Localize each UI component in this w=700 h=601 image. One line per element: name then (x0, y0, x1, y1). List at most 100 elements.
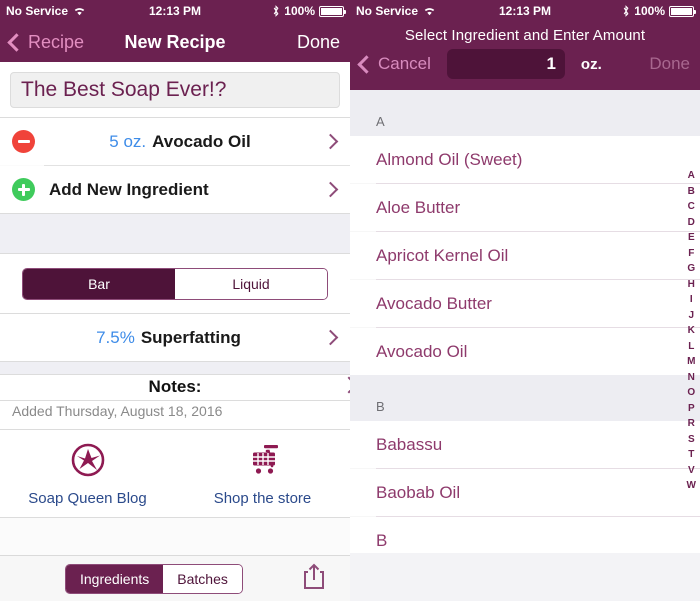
links-section: Soap Queen Blog Shop the store (0, 430, 350, 517)
index-letter[interactable]: T (688, 447, 694, 463)
segment-liquid[interactable]: Liquid (175, 269, 327, 299)
section-header-a: A (350, 90, 700, 136)
segment-batches[interactable]: Batches (163, 564, 242, 593)
list-item[interactable]: Avocado Oil (350, 328, 700, 375)
segment-ingredients[interactable]: Ingredients (66, 564, 164, 593)
index-letter[interactable]: O (687, 385, 695, 401)
chevron-right-icon (322, 329, 339, 346)
chevron-right-icon (322, 181, 339, 198)
list-item[interactable]: Almond Oil (Sweet) (350, 136, 700, 183)
chevron-right-icon (322, 133, 339, 150)
share-icon[interactable] (302, 562, 326, 595)
add-new-ingredient-row[interactable]: Add New Ingredient (0, 166, 350, 213)
chevron-left-icon (7, 32, 26, 52)
status-bar: No Service 12:13 PM 100% (0, 0, 350, 22)
done-button[interactable]: Done (297, 32, 340, 53)
recipe-type-segment-container: Bar Liquid (0, 254, 350, 313)
carrier-label: No Service (6, 4, 69, 18)
index-letter[interactable]: N (688, 370, 695, 386)
section-header-b: B (350, 375, 700, 421)
ingredient-row-body: 5 oz. Avocado Oil (35, 132, 325, 152)
list-bottom-overlay (350, 553, 700, 601)
index-letter[interactable]: H (688, 277, 695, 293)
shop-the-store-link[interactable]: Shop the store (175, 442, 350, 507)
soap-queen-blog-link[interactable]: Soap Queen Blog (0, 442, 175, 507)
superfatting-label: Superfatting (140, 327, 241, 347)
superfatting-row-body: 7.5% Superfatting (12, 328, 325, 348)
shopping-cart-icon (243, 442, 283, 483)
index-letter[interactable]: C (688, 199, 695, 215)
amount-unit-label: oz. (580, 55, 602, 73)
divider (0, 517, 350, 518)
soap-queen-logo-icon (70, 442, 106, 483)
chevron-left-icon (357, 54, 376, 74)
index-letter[interactable]: F (688, 246, 694, 262)
list-item[interactable]: Aloe Butter (350, 184, 700, 231)
view-segmented-control[interactable]: Ingredients Batches (65, 563, 243, 594)
list-item[interactable]: Avocado Butter (350, 280, 700, 327)
segment-bar[interactable]: Bar (23, 269, 175, 299)
index-letter[interactable]: R (688, 416, 695, 432)
navigation-bar-controls: Cancel 1 oz. Done (357, 48, 690, 80)
bluetooth-icon (622, 5, 630, 17)
soap-queen-blog-label: Soap Queen Blog (28, 490, 147, 507)
bluetooth-icon (272, 5, 280, 17)
page-title: Select Ingredient and Enter Amount (404, 27, 646, 44)
dual-screenshot: No Service 12:13 PM 100% Recipe New Reci… (0, 0, 700, 601)
index-letter[interactable]: P (688, 401, 695, 417)
list-item[interactable]: Babassu (350, 421, 700, 468)
battery-percent-label: 100% (634, 4, 665, 18)
recipe-type-segmented-control[interactable]: Bar Liquid (22, 268, 328, 300)
index-letter[interactable]: E (688, 230, 695, 246)
wifi-icon (73, 6, 86, 16)
chevron-right-icon (340, 376, 350, 394)
index-letter[interactable]: K (688, 323, 695, 339)
section-gap (0, 214, 350, 253)
done-button[interactable]: Done (649, 54, 690, 74)
index-letter[interactable]: J (688, 308, 694, 324)
ingredient-row[interactable]: 5 oz. Avocado Oil (0, 118, 350, 165)
status-bar: No Service 12:13 PM 100% (350, 0, 700, 22)
amount-input[interactable]: 1 (446, 49, 565, 79)
index-letter[interactable]: A (688, 168, 695, 184)
index-letter[interactable]: D (688, 215, 695, 231)
recipe-title-input[interactable]: The Best Soap Ever!? (10, 72, 340, 108)
minus-circle-icon[interactable] (12, 130, 35, 153)
index-letter[interactable]: W (687, 478, 696, 494)
back-button[interactable]: Recipe (7, 32, 84, 53)
add-ingredient-row-body: Add New Ingredient (35, 180, 325, 200)
battery-icon (319, 5, 346, 17)
battery-icon (669, 5, 696, 17)
left-phone-screen: No Service 12:13 PM 100% Recipe New Reci… (0, 0, 350, 601)
status-bar-right: 100% (272, 4, 346, 18)
add-ingredient-label: Add New Ingredient (49, 179, 209, 199)
list-item[interactable]: Apricot Kernel Oil (350, 232, 700, 279)
recipe-title-field-container: The Best Soap Ever!? (0, 62, 350, 117)
section-gap (0, 362, 350, 374)
superfatting-value: 7.5% (96, 327, 135, 347)
index-letter[interactable]: M (687, 354, 695, 370)
wifi-icon (423, 6, 436, 16)
index-letter[interactable]: G (687, 261, 695, 277)
alphabet-index-scrubber[interactable]: ABCDEFGHIJKLMNOPRSTVW (687, 168, 696, 494)
shop-the-store-label: Shop the store (213, 490, 312, 507)
right-phone-screen: No Service 12:13 PM 100% Select Ingredie… (350, 0, 700, 601)
index-letter[interactable]: L (688, 339, 694, 355)
list-item[interactable]: Baobab Oil (350, 469, 700, 516)
notes-row[interactable]: Notes: (0, 374, 350, 401)
index-letter[interactable]: I (690, 292, 693, 308)
notes-title: Notes: (148, 377, 202, 396)
index-letter[interactable]: S (688, 432, 695, 448)
bottom-toolbar: Ingredients Batches (0, 555, 350, 601)
cancel-button[interactable]: Cancel (357, 54, 431, 74)
ingredient-list: A Almond Oil (Sweet) Aloe Butter Apricot… (350, 90, 700, 564)
superfatting-row[interactable]: 7.5% Superfatting (0, 314, 350, 361)
navigation-bar: Recipe New Recipe Done (0, 22, 350, 62)
status-bar-right: 100% (622, 4, 696, 18)
ingredient-amount: 5 oz. (109, 131, 147, 151)
index-letter[interactable]: V (688, 463, 695, 479)
cancel-button-label: Cancel (378, 54, 431, 73)
index-letter[interactable]: B (688, 184, 695, 200)
ingredient-name: Avocado Oil (152, 131, 251, 151)
plus-circle-icon[interactable] (12, 178, 35, 201)
